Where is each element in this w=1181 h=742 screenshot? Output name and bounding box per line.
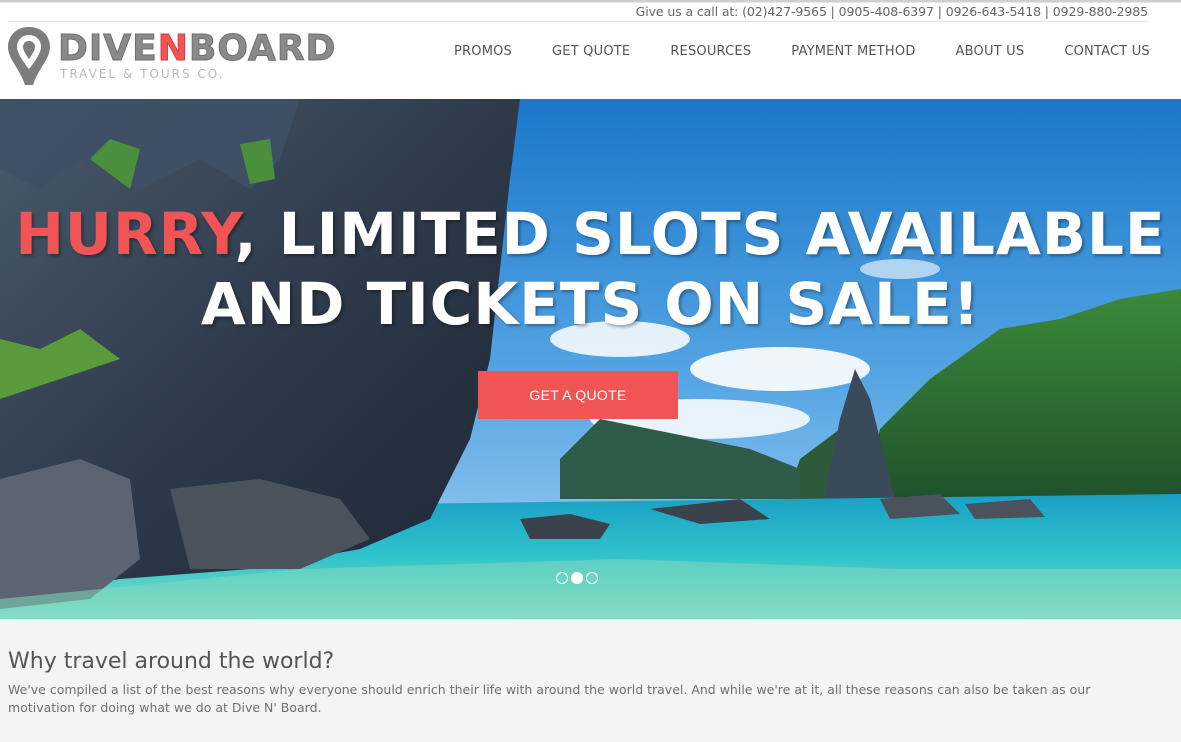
main-nav: PROMOS GET QUOTE RESOURCES PAYMENT METHO… — [434, 44, 1170, 59]
hero-headline: HURRY, LIMITED SLOTS AVAILABLE AND TICKE… — [0, 199, 1181, 339]
header-divider — [8, 21, 1148, 22]
nav-get-quote[interactable]: GET QUOTE — [532, 44, 650, 59]
headline-highlight: HURRY — [15, 200, 235, 268]
slide-dot-2[interactable] — [571, 572, 583, 584]
nav-payment-method[interactable]: PAYMENT METHOD — [771, 44, 935, 59]
nav-contact-us[interactable]: CONTACT US — [1044, 44, 1170, 59]
nav-resources[interactable]: RESOURCES — [650, 44, 771, 59]
map-pin-icon — [8, 27, 50, 85]
slider-pagination — [556, 572, 598, 584]
logo-wordmark: DIVENBOARD — [58, 28, 337, 69]
hero-slider: HURRY, LIMITED SLOTS AVAILABLE AND TICKE… — [0, 99, 1181, 619]
nav-about-us[interactable]: ABOUT US — [936, 44, 1045, 59]
logo-tagline: TRAVEL & TOURS CO. — [60, 67, 225, 81]
nav-promos[interactable]: PROMOS — [434, 44, 532, 59]
slide-dot-3[interactable] — [586, 572, 598, 584]
site-header: Give us a call at: (02)427-9565 | 0905-4… — [0, 3, 1181, 99]
headline-line1: , LIMITED SLOTS AVAILABLE — [234, 200, 1166, 268]
hero-background-image — [0, 99, 1181, 619]
why-travel-section: Why travel around the world? We've compi… — [0, 619, 1181, 742]
section-description: We've compiled a list of the best reason… — [8, 682, 1091, 715]
call-info: Give us a call at: (02)427-9565 | 0905-4… — [635, 4, 1148, 19]
get-a-quote-button[interactable]: GET A QUOTE — [478, 371, 678, 419]
logo[interactable]: DIVENBOARD TRAVEL & TOURS CO. — [6, 25, 336, 89]
headline-line2: AND TICKETS ON SALE! — [200, 270, 981, 338]
section-title: Why travel around the world? — [8, 649, 335, 674]
slide-dot-1[interactable] — [556, 572, 568, 584]
